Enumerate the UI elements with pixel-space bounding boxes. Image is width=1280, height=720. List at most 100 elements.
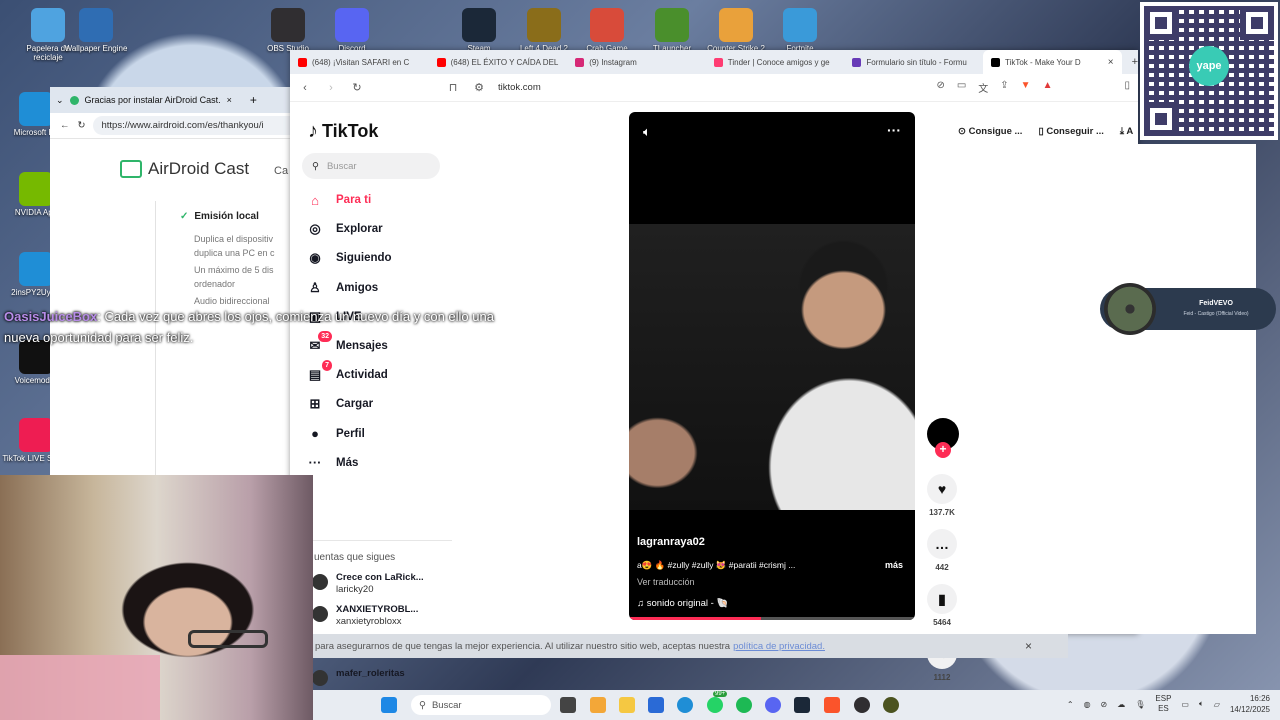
clock[interactable]: 16:26 14/12/2025 (1230, 693, 1270, 715)
privacy-policy-link[interactable]: política de privacidad. (733, 641, 825, 652)
sidebar-item-following[interactable]: ◉ Siguiendo (306, 249, 391, 267)
reload-icon[interactable]: ↻ (78, 120, 86, 131)
discord-icon[interactable] (765, 697, 781, 713)
steam-icon[interactable] (794, 697, 810, 713)
chevron-up-icon[interactable]: ⌃ (1067, 700, 1074, 709)
brave-icon[interactable] (824, 697, 840, 713)
forward-icon[interactable]: › (324, 82, 338, 94)
edge-icon[interactable] (677, 697, 693, 713)
translate-icon[interactable]: 文 (978, 80, 988, 95)
file-explorer-icon[interactable] (619, 697, 635, 713)
windows-start-icon[interactable] (381, 697, 397, 713)
back-icon[interactable]: ‹ (298, 82, 312, 94)
sidebar-item-profile[interactable]: ● Perfil (306, 425, 365, 443)
airdroid-nav-item[interactable]: Ca (274, 165, 288, 177)
reload-icon[interactable]: ↻ (350, 81, 364, 94)
sidebar-item-home[interactable]: ⌂ Para ti (306, 191, 371, 209)
video-progress-bar[interactable] (629, 617, 915, 620)
copilot-icon[interactable] (590, 697, 606, 713)
app-icon[interactable] (883, 697, 899, 713)
airdroid-url-field[interactable]: https://www.airdroid.com/es/thankyou/i (93, 116, 300, 135)
caption-more-link[interactable]: más (885, 560, 903, 570)
desktop-icon[interactable]: Discord (316, 8, 388, 54)
translate-link[interactable]: Ver traducción (637, 577, 695, 587)
more-options-icon[interactable]: ··· (887, 122, 901, 138)
obs-icon[interactable] (854, 697, 870, 713)
no-camera-icon[interactable]: ⊘ (936, 80, 944, 95)
airdroid-bullet: Duplica el dispositiv (194, 234, 274, 244)
wallpaper-engine-icon (79, 8, 113, 42)
browser-tab[interactable]: TikTok - Make Your D × (982, 50, 1122, 74)
brave-shield-icon[interactable]: ▼ (1021, 80, 1031, 95)
back-icon[interactable]: ← (60, 120, 70, 131)
comment-button[interactable]: … (927, 529, 957, 559)
volume-icon[interactable]: 🔈︎ (643, 124, 651, 140)
desktop-icon[interactable]: Crab Game (571, 8, 643, 54)
airdroid-tab-title[interactable]: Gracias por instalar AirDroid Cast. (85, 95, 221, 105)
creator-avatar[interactable]: + (927, 418, 959, 458)
airdroid-logo-icon (120, 160, 142, 178)
following-account[interactable]: mafer_roleritas (312, 668, 405, 686)
brave-rewards-icon[interactable]: ▲ (1043, 80, 1053, 95)
bookmark-icon[interactable]: ⊓ (446, 81, 460, 94)
cast-icon[interactable]: ▭ (957, 80, 966, 95)
sidebar-icon[interactable]: ▯ (1124, 80, 1130, 95)
volume-icon[interactable]: 🔈︎ (1199, 699, 1204, 709)
video-sound[interactable]: ♫ sonido original - 🐚 (637, 598, 728, 609)
search-input[interactable]: ⚲ Buscar (302, 153, 440, 179)
browser-tab[interactable]: (648) ¡Visitan SAFARI en C (290, 50, 429, 74)
desktop-icon[interactable]: OBS Studio (252, 8, 324, 54)
sidebar-item-compass[interactable]: ◎ Explorar (306, 220, 382, 238)
sidebar-item-upload[interactable]: ⊞ Cargar (306, 395, 374, 413)
new-tab-icon[interactable]: + (250, 93, 257, 107)
sidebar-item-friends[interactable]: ♙ Amigos (306, 279, 378, 297)
browser-tab[interactable]: Formulario sin título - Formu (844, 50, 983, 74)
browser-tab[interactable]: (9) Instagram (567, 50, 706, 74)
close-icon[interactable]: × (227, 95, 232, 105)
desktop-icon[interactable]: TLauncher (636, 8, 708, 54)
share-icon[interactable]: ⇪ (1000, 80, 1008, 95)
taskbar-search[interactable]: ⚲ Buscar (411, 695, 551, 715)
site-settings-icon[interactable]: ⚙ (472, 81, 486, 94)
spotify-icon[interactable] (736, 697, 752, 713)
close-icon[interactable]: × (1108, 57, 1114, 68)
like-count: 137.7K (929, 508, 955, 517)
save-button[interactable]: ▮ (927, 584, 957, 614)
desktop-icon[interactable]: Fortnite (764, 8, 836, 54)
battery-icon[interactable]: ▱ (1214, 700, 1220, 709)
download-link[interactable]: ⤓ A (1120, 126, 1133, 137)
microphone-icon[interactable]: 🎙︎ (1135, 700, 1145, 709)
avatar (312, 574, 328, 590)
task-view-icon[interactable] (560, 697, 576, 713)
network-icon[interactable]: ▭ (1181, 700, 1189, 709)
new-tab-icon[interactable]: + (1132, 56, 1138, 68)
language-indicator[interactable]: ESP ES (1155, 694, 1171, 714)
system-tray: ⌃ ◍ ⊘ ☁ 🎙︎ ESP ES ▭ 🔈︎ ▱ 16:26 14/12/202… (1067, 693, 1270, 715)
get-coins-link[interactable]: ⊙ Consigue ... (958, 126, 1022, 137)
store-icon[interactable] (648, 697, 664, 713)
taskbar: ⚲ Buscar 99+ ⌃ ◍ ⊘ ☁ 🎙︎ ESP ES ▭ 🔈︎ ▱ 16… (313, 690, 1280, 720)
get-app-link[interactable]: ▯ Conseguir ... (1038, 126, 1103, 137)
sidebar-item-more[interactable]: ··· Más (306, 454, 359, 472)
follow-plus-icon[interactable]: + (935, 442, 951, 458)
desktop-icon[interactable]: Counter Strike 2 (700, 8, 772, 54)
desktop-icon[interactable]: Wallpaper Engine (60, 8, 132, 54)
browser-tab[interactable]: (648) EL ÉXITO Y CAÍDA DEL (429, 50, 568, 74)
desktop-icon[interactable]: Steam (443, 8, 515, 54)
url-field[interactable]: tiktok.com (498, 82, 541, 93)
tray-app-icon[interactable]: ◍ (1084, 700, 1091, 709)
close-icon[interactable]: × (1025, 639, 1032, 653)
chevron-down-icon[interactable]: ⌄ (56, 95, 64, 106)
like-button[interactable]: ♥ (927, 474, 957, 504)
following-account[interactable]: Crece con LaRick... laricky20 (312, 572, 424, 596)
video-player[interactable]: 🔈︎ ··· lagranraya02 a😍 🔥 #zully #zully 😻… (629, 112, 915, 620)
whatsapp-icon[interactable] (707, 697, 723, 713)
desktop-icon[interactable]: Left 4 Dead 2 (508, 8, 580, 54)
tray-app-icon[interactable]: ☁ (1117, 700, 1125, 709)
browser-tab[interactable]: Tinder | Conoce amigos y ge (706, 50, 845, 74)
following-account[interactable]: XANXIETYROBL... xanxietyrobloxx (312, 604, 418, 628)
tiktok-logo[interactable]: ♪ TikTok (308, 120, 378, 143)
video-author[interactable]: lagranraya02 (637, 536, 705, 548)
tray-app-icon[interactable]: ⊘ (1101, 700, 1108, 709)
sidebar-item-activity[interactable]: ▤ 7 Actividad (306, 360, 388, 384)
